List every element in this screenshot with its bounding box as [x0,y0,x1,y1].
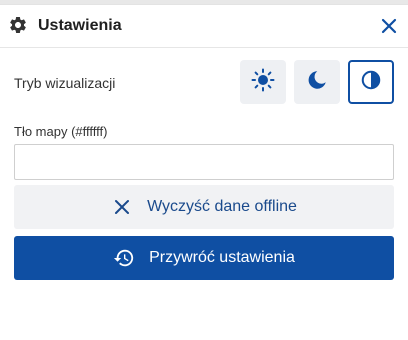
panel-header: Ustawienia [0,5,408,48]
contrast-mode-button[interactable] [348,60,394,104]
close-icon [111,196,133,218]
close-icon[interactable] [378,15,400,37]
dark-mode-button[interactable] [294,60,340,104]
history-icon [113,247,135,269]
clear-offline-data-label: Wyczyść dane offline [147,198,297,215]
display-mode-label: Tryb wizualizacji [14,75,116,91]
display-mode-row: Tryb wizualizacji [14,60,394,106]
sun-icon [251,68,275,97]
panel-title: Ustawienia [38,17,122,34]
light-mode-button[interactable] [240,60,286,104]
contrast-icon [360,69,382,96]
settings-panel: Ustawienia Tryb wizualizacji Tło mapy (#… [0,4,408,340]
map-background-input[interactable] [14,144,394,180]
moon-icon [306,69,328,96]
clear-offline-data-button[interactable]: Wyczyść dane offline [14,185,394,229]
reset-settings-label: Przywróć ustawienia [149,249,295,266]
map-background-label: Tło mapy (#ffffff) [14,124,108,139]
gear-icon [8,15,28,35]
reset-settings-button[interactable]: Przywróć ustawienia [14,236,394,280]
